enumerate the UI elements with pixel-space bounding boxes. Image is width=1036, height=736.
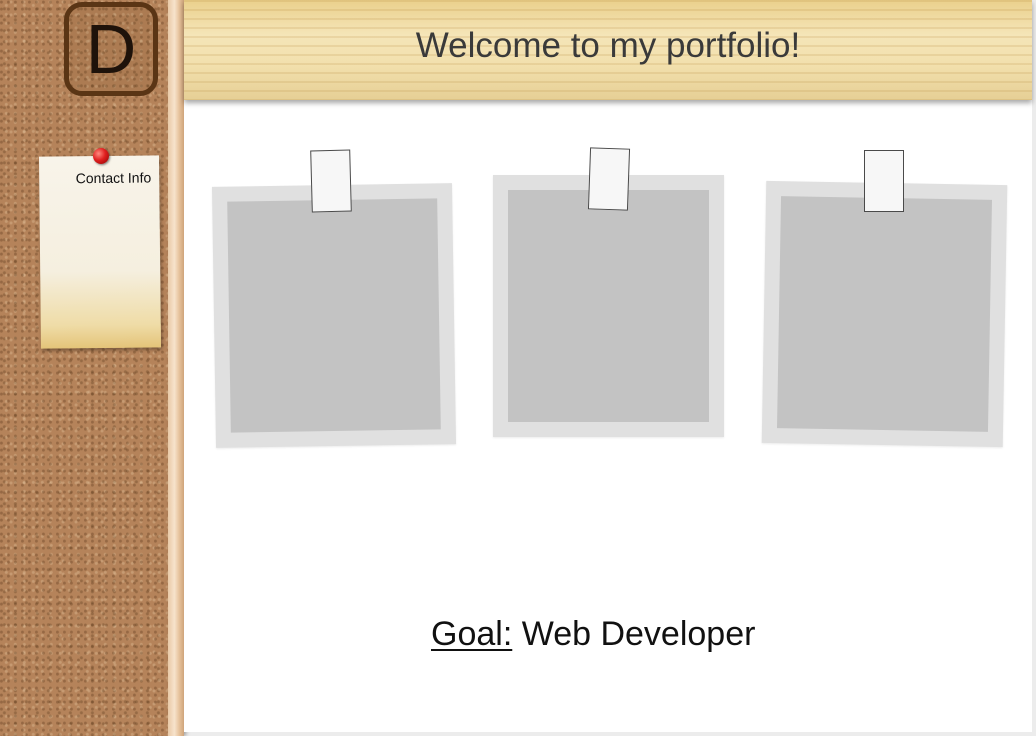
photo-placeholder — [508, 190, 709, 422]
cork-sidebar — [0, 0, 168, 736]
goal-label: Goal: — [431, 615, 513, 653]
contact-info-link[interactable]: Contact Info — [76, 169, 152, 186]
goal-value: Web Developer — [512, 615, 756, 653]
sidebar-frame — [168, 0, 184, 736]
pushpin-icon — [93, 148, 109, 164]
logo-letter: D — [85, 10, 137, 88]
photo-card-2[interactable] — [493, 175, 724, 437]
photo-placeholder — [227, 198, 441, 433]
page-header: Welcome to my portfolio! — [184, 0, 1032, 100]
tape-icon — [864, 150, 904, 212]
photo-card-3[interactable] — [761, 180, 1008, 448]
page-title: Welcome to my portfolio! — [415, 26, 801, 65]
photo-card-1[interactable] — [211, 183, 457, 448]
photo-placeholder — [776, 196, 993, 432]
tape-icon — [310, 149, 352, 213]
tape-icon — [587, 147, 631, 211]
contact-info-note[interactable]: Contact Info — [38, 155, 162, 349]
site-logo[interactable]: D — [64, 2, 158, 96]
career-goal: Goal: Web Developer — [431, 615, 755, 654]
